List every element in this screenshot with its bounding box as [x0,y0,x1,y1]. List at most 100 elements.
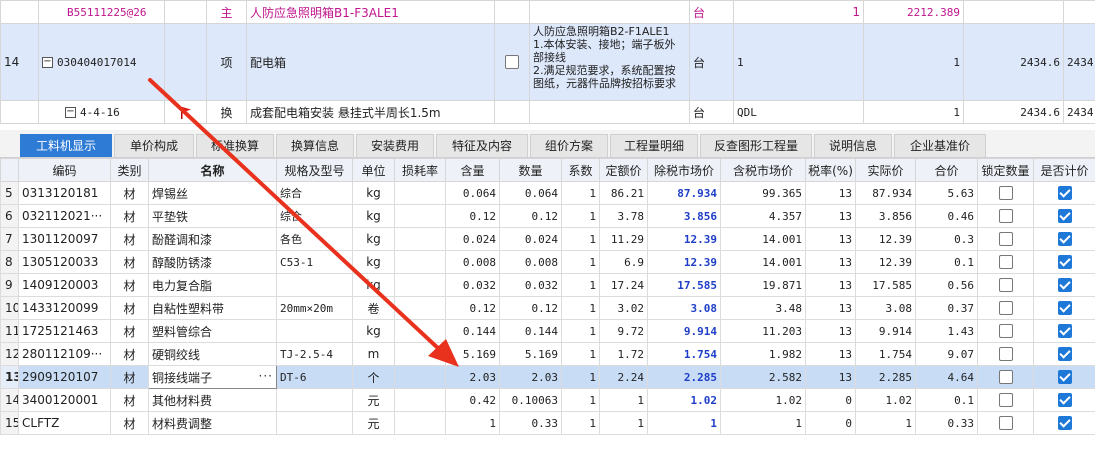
tab-features-content[interactable]: 特征及内容 [436,134,528,157]
lock-quantity-checkbox[interactable] [998,232,1013,247]
mat-content[interactable]: 5.169 [445,342,500,366]
mat-unit[interactable]: kg [352,319,395,343]
mat-category[interactable]: 材 [110,319,149,343]
col-code[interactable]: 编码 [18,158,111,182]
lock-quantity-checkbox[interactable] [998,393,1013,408]
mat-coefficient[interactable]: 1 [561,227,600,251]
bill-row-sub[interactable]: −4-4-16 换 成套配电箱安装 悬挂式半周长1.5m 台 QDL 1 243… [0,100,1095,124]
lock-quantity-checkbox[interactable] [998,209,1013,224]
mat-name[interactable]: 铜接线端子 ··· [148,365,277,389]
is-priced-checkbox[interactable] [1057,232,1072,247]
is-priced-checkbox[interactable] [1057,255,1072,270]
mat-quantity[interactable]: 0.10063 [499,388,562,412]
lock-quantity-checkbox[interactable] [998,347,1013,362]
mat-name[interactable]: 酚醛调和漆 [148,227,277,251]
mat-category[interactable]: 材 [110,227,149,251]
mat-coefficient[interactable]: 1 [561,388,600,412]
mat-price-excl-tax[interactable]: 17.585 [647,273,721,297]
table-row[interactable]: 9 1409120003 材电力复合脂 kg 0.032 0.032 1 17.24 17.58… [0,273,1095,297]
mat-quantity[interactable]: 0.024 [499,227,562,251]
mat-spec[interactable]: 综合 [276,181,353,205]
mat-loss-rate[interactable] [394,411,446,435]
mat-loss-rate[interactable] [394,181,446,205]
col-actual-price[interactable]: 实际价 [855,158,916,182]
lock-quantity-checkbox[interactable] [998,416,1013,431]
col-name[interactable]: 名称 [148,158,277,182]
mat-coefficient[interactable]: 1 [561,342,600,366]
tab-conversion-info[interactable]: 换算信息 [276,134,354,157]
mat-price-incl-tax[interactable]: 1.982 [720,342,806,366]
mat-code[interactable]: CLFTZ [18,411,111,435]
mat-unit[interactable]: kg [352,204,395,228]
mat-coefficient[interactable]: 1 [561,296,600,320]
mat-total-price[interactable]: 0.46 [915,204,978,228]
mat-base-price[interactable]: 3.02 [599,296,648,320]
mat-loss-rate[interactable] [394,365,446,389]
mat-coefficient[interactable]: 1 [561,250,600,274]
mat-code[interactable]: 3400120001 [18,388,111,412]
mat-base-price[interactable]: 9.72 [599,319,648,343]
mat-spec[interactable]: 各色 [276,227,353,251]
col-unit[interactable]: 单位 [352,158,395,182]
lock-quantity-checkbox[interactable] [998,255,1013,270]
mat-tax-rate[interactable]: 13 [805,227,856,251]
collapse-icon[interactable]: − [65,107,76,118]
mat-category[interactable]: 材 [110,273,149,297]
table-row[interactable]: 111725121463材塑料管综合kg0.1440.14419.729.914… [0,319,1095,343]
mat-base-price[interactable]: 1 [599,388,648,412]
mat-actual-price[interactable]: 87.934 [855,181,916,205]
mat-code[interactable]: 032112021··· [18,204,111,228]
mat-coefficient[interactable]: 1 [561,411,600,435]
mat-price-excl-tax[interactable]: 12.39 [647,227,721,251]
mat-actual-price[interactable]: 3.08 [855,296,916,320]
table-row[interactable]: 132909120107材铜接线端子···DT-6个2.032.0312.242… [0,365,1095,389]
col-tax-rate[interactable]: 税率(%) [805,158,856,182]
mat-quantity[interactable]: 2.03 [499,365,562,389]
table-row[interactable]: 5 0313120181 材焊锡丝 综合 kg 0.064 0.064 1 86.21 87.93… [0,181,1095,205]
mat-coefficient[interactable]: 1 [561,365,600,389]
is-priced-checkbox[interactable] [1057,370,1072,385]
mat-code[interactable]: 1725121463 [18,319,111,343]
mat-spec[interactable] [276,273,353,297]
mat-tax-rate[interactable]: 13 [805,296,856,320]
mat-name[interactable]: 平垫铁 [148,204,277,228]
mat-base-price[interactable]: 6.9 [599,250,648,274]
table-row[interactable]: 15CLFTZ材材料费调整元10.331111010.33 [0,411,1095,435]
lock-quantity-checkbox[interactable] [998,370,1013,385]
mat-content[interactable]: 0.144 [445,319,500,343]
mat-price-excl-tax[interactable]: 3.08 [647,296,721,320]
lock-quantity-checkbox[interactable] [998,186,1013,201]
tab-standard-conversion[interactable]: 标准换算 [196,134,274,157]
mat-quantity[interactable]: 0.032 [499,273,562,297]
mat-base-price[interactable]: 17.24 [599,273,648,297]
mat-loss-rate[interactable] [394,319,446,343]
mat-coefficient[interactable]: 1 [561,319,600,343]
item-checkbox[interactable] [505,55,519,70]
col-price-incl-tax[interactable]: 含税市场价 [720,158,806,182]
mat-coefficient[interactable]: 1 [561,204,600,228]
bill-row-partial[interactable]: B55111225@26 主 人防应急照明箱B1-F3ALE1 台 1 2212… [0,0,1095,24]
mat-price-incl-tax[interactable]: 11.203 [720,319,806,343]
mat-unit[interactable]: kg [352,181,395,205]
mat-spec[interactable] [276,388,353,412]
mat-price-excl-tax[interactable]: 2.285 [647,365,721,389]
mat-content[interactable]: 0.008 [445,250,500,274]
mat-total-price[interactable]: 1.43 [915,319,978,343]
mat-category[interactable]: 材 [110,342,149,366]
mat-coefficient[interactable]: 1 [561,273,600,297]
mat-actual-price[interactable]: 1.02 [855,388,916,412]
mat-total-price[interactable]: 0.56 [915,273,978,297]
mat-category[interactable]: 材 [110,296,149,320]
mat-loss-rate[interactable] [394,273,446,297]
mat-unit[interactable]: kg [352,250,395,274]
mat-actual-price[interactable]: 3.856 [855,204,916,228]
mat-loss-rate[interactable] [394,250,446,274]
mat-actual-price[interactable]: 12.39 [855,250,916,274]
mat-loss-rate[interactable] [394,296,446,320]
mat-base-price[interactable]: 1 [599,411,648,435]
mat-total-price[interactable]: 0.1 [915,388,978,412]
mat-spec[interactable]: C53-1 [276,250,353,274]
mat-quantity[interactable]: 0.12 [499,204,562,228]
col-base-price[interactable]: 定额价 [599,158,648,182]
mat-category[interactable]: 材 [110,365,149,389]
